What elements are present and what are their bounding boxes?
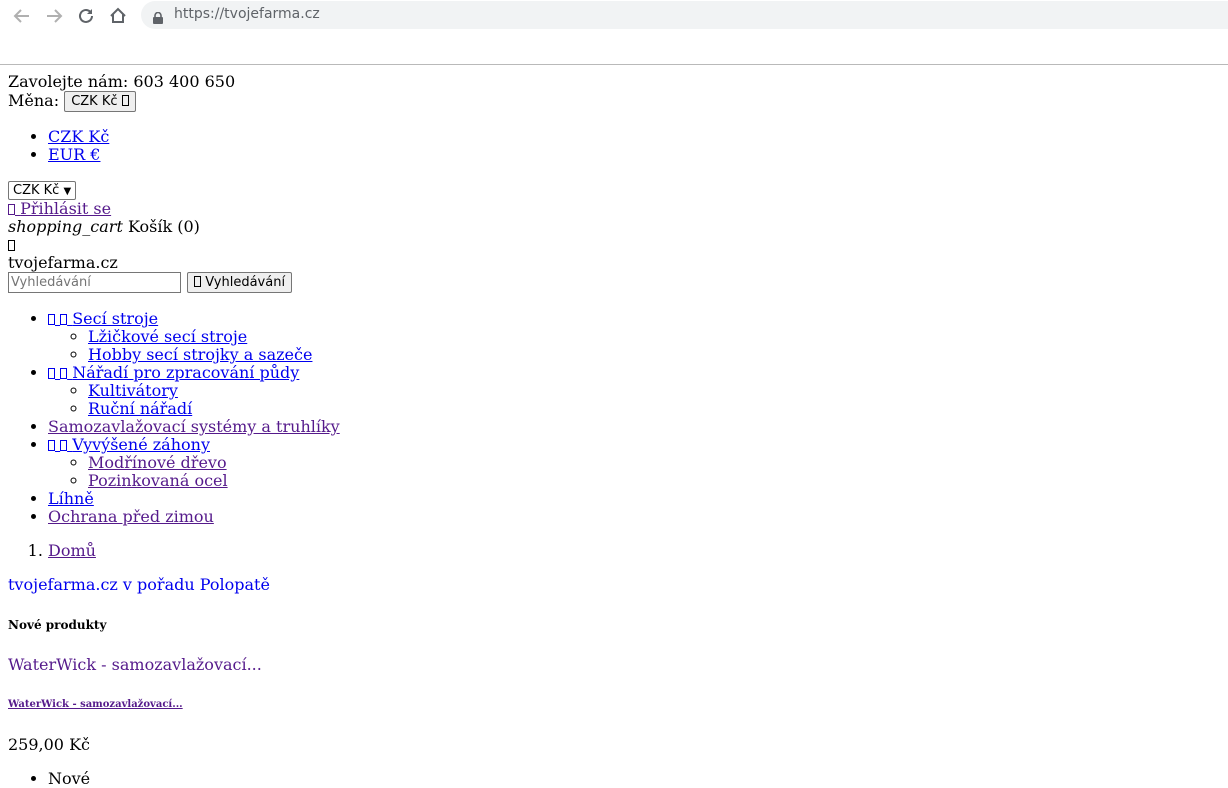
submenu: Kultivátory Ruční nářadí <box>48 382 1220 418</box>
search-button-label: Vyhledávání <box>205 275 286 290</box>
submenu-item: Lžičkové secí stroje <box>88 328 1220 346</box>
breadcrumb: Domů <box>8 542 1220 560</box>
banner[interactable]: tvojefarma.cz v pořadu Polopatě <box>8 576 1220 594</box>
menu-item-ochrana: Ochrana před zimou <box>48 508 1220 526</box>
category-icon <box>60 368 68 379</box>
submenu-link[interactable]: Modřínové dřevo <box>88 453 227 472</box>
submenu-item: Ruční nářadí <box>88 400 1220 418</box>
caret-icon <box>121 95 129 106</box>
breadcrumb-item: Domů <box>48 542 1220 560</box>
url-text[interactable]: https://tvojefarma.cz <box>174 6 320 22</box>
currency-option-eur[interactable]: EUR € <box>48 145 100 164</box>
menu-label: Vyvýšené záhony <box>72 435 210 454</box>
search-form: Vyhledávání Vyhledávání <box>8 272 1220 294</box>
menu-item-naradi: Nářadí pro zpracování půdy Kultivátory R… <box>48 364 1220 418</box>
currency-select-row: CZK Kč ▼ <box>8 180 1220 200</box>
login-row: Přihlásit se <box>8 200 1220 218</box>
menu-item-lihne: Líhně <box>48 490 1220 508</box>
menu-link-samozavlazovaci[interactable]: Samozavlažovací systémy a truhlíky <box>48 417 340 436</box>
menu-item-samozavlazovaci: Samozavlažovací systémy a truhlíky <box>48 418 1220 436</box>
submenu-link[interactable]: Pozinkovaná ocel <box>88 471 228 490</box>
logo[interactable]: tvojefarma.cz <box>8 254 1220 272</box>
submenu: Lžičkové secí stroje Hobby secí strojky … <box>48 328 1220 364</box>
category-icon <box>60 314 68 325</box>
currency-button[interactable]: CZK Kč <box>64 91 136 112</box>
dropdown-arrow-icon: ▼ <box>63 186 72 197</box>
cart-label: Košík (0) <box>127 217 200 236</box>
logo-alt-text: tvojefarma.cz <box>8 253 118 272</box>
expand-icon <box>48 440 55 451</box>
menu-label: Secí stroje <box>72 309 159 328</box>
section-title: Nové produkty <box>8 618 107 632</box>
back-arrow-icon[interactable] <box>11 5 33 27</box>
currency-option-czk[interactable]: CZK Kč <box>48 127 109 146</box>
menu-item-zahony: Vyvýšené záhony Modřínové dřevo Pozinkov… <box>48 436 1220 490</box>
reload-icon[interactable] <box>75 5 97 27</box>
submenu-link[interactable]: Kultivátory <box>88 381 178 400</box>
category-icon <box>60 440 68 451</box>
submenu-item: Pozinkovaná ocel <box>88 472 1220 490</box>
phone-label: Zavolejte nám: 603 400 650 <box>8 72 236 91</box>
menu-link-zahony[interactable]: Vyvýšené záhony <box>48 435 210 454</box>
search-icon <box>194 276 202 287</box>
menu-link-ochrana[interactable]: Ochrana před zimou <box>48 507 214 526</box>
product-image[interactable]: WaterWick - samozavlažovací... <box>8 656 1220 674</box>
browser-chrome: https://tvojefarma.cz <box>0 0 1228 65</box>
currency-list: CZK Kč EUR € <box>8 128 1220 164</box>
page-content: Zavolejte nám: 603 400 650 Měna: CZK Kč … <box>0 65 1228 788</box>
search-input[interactable]: Vyhledávání <box>8 272 181 293</box>
menu-toggle-row <box>8 236 1220 254</box>
main-menu: Secí stroje Lžičkové secí stroje Hobby s… <box>8 310 1220 526</box>
menu-link-lihne[interactable]: Líhně <box>48 489 94 508</box>
badge-new: Nové <box>48 770 1220 788</box>
list-item: EUR € <box>48 146 1220 164</box>
cart-icon: shopping_cart <box>8 217 123 236</box>
product-title-wrap: WaterWick - samozavlažovací... <box>8 696 1220 714</box>
submenu: Modřínové dřevo Pozinkovaná ocel <box>48 454 1220 490</box>
lock-icon <box>153 9 163 28</box>
cart-row[interactable]: shopping_cart Košík (0) <box>8 218 1220 236</box>
banner-link[interactable]: tvojefarma.cz v pořadu Polopatě <box>8 575 270 594</box>
submenu-link[interactable]: Ruční nářadí <box>88 399 192 418</box>
new-products-section: Nové produkty <box>8 616 1220 634</box>
menu-item-seci-stroje: Secí stroje Lžičkové secí stroje Hobby s… <box>48 310 1220 364</box>
submenu-item: Kultivátory <box>88 382 1220 400</box>
product-badges: Nové <box>8 770 1220 788</box>
breadcrumb-home[interactable]: Domů <box>48 541 96 560</box>
forward-arrow-icon[interactable] <box>43 5 65 27</box>
expand-icon <box>48 314 55 325</box>
search-button[interactable]: Vyhledávání <box>187 272 293 293</box>
submenu-item: Hobby secí strojky a sazeče <box>88 346 1220 364</box>
currency-select-value: CZK Kč <box>13 183 60 198</box>
user-icon <box>8 204 15 215</box>
address-bar[interactable]: https://tvojefarma.cz <box>141 1 1228 29</box>
product-title-link[interactable]: WaterWick - samozavlažovací... <box>8 699 183 710</box>
menu-link-seci-stroje[interactable]: Secí stroje <box>48 309 158 328</box>
search-placeholder: Vyhledávání <box>11 275 91 290</box>
product-title: WaterWick - samozavlažovací... <box>8 696 1220 714</box>
currency-label: Měna: <box>8 91 60 110</box>
submenu-item: Modřínové dřevo <box>88 454 1220 472</box>
menu-link-naradi[interactable]: Nářadí pro zpracování půdy <box>48 363 299 382</box>
currency-select[interactable]: CZK Kč ▼ <box>8 181 77 200</box>
currency-button-label: CZK Kč <box>71 94 118 109</box>
list-item: CZK Kč <box>48 128 1220 146</box>
submenu-link[interactable]: Lžičkové secí stroje <box>88 327 247 346</box>
home-icon[interactable] <box>107 5 129 27</box>
expand-icon <box>48 368 55 379</box>
menu-icon[interactable] <box>8 240 15 251</box>
menu-label: Nářadí pro zpracování půdy <box>72 363 300 382</box>
login-link[interactable]: Přihlásit se <box>8 199 111 218</box>
currency-row: Měna: CZK Kč <box>8 91 1220 112</box>
login-label: Přihlásit se <box>20 199 112 218</box>
product-image-alt[interactable]: WaterWick - samozavlažovací... <box>8 655 262 674</box>
submenu-link[interactable]: Hobby secí strojky a sazeče <box>88 345 312 364</box>
product-price: 259,00 Kč <box>8 735 90 754</box>
